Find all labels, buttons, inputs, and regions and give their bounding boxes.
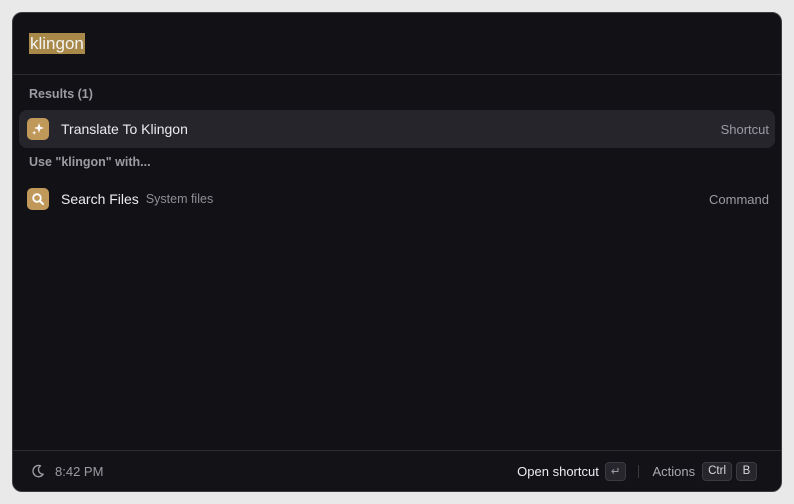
search-bar[interactable]: klingon	[13, 13, 781, 75]
ctrl-key: Ctrl	[702, 461, 732, 481]
item-type-label: Command	[709, 191, 769, 207]
search-input[interactable]: klingon	[29, 33, 85, 54]
item-title: Search Files	[61, 191, 139, 207]
list-item-search-files[interactable]: Search Files System files Command	[19, 180, 775, 218]
enter-key-icon: ↵	[604, 461, 627, 481]
footer-status: 8:42 PM	[31, 464, 103, 479]
item-type-label: Shortcut	[720, 121, 769, 137]
footer-divider	[638, 464, 640, 478]
results-section-title: Results (1)	[29, 87, 93, 101]
moon-icon	[31, 464, 45, 478]
fallback-section-title: Use "klingon" with...	[29, 155, 151, 169]
list-item-translate-to-klingon[interactable]: Translate To Klingon Shortcut	[19, 110, 775, 148]
footer-bar: 8:42 PM Open shortcut ↵ Actions Ctrl B	[13, 450, 781, 491]
item-subtitle: System files	[145, 192, 214, 206]
clock-time: 8:42 PM	[55, 463, 104, 479]
search-icon	[27, 188, 49, 210]
results-list: Results (1) Translate To Klingon Shortcu…	[13, 75, 781, 450]
b-key: B	[736, 461, 757, 481]
launcher-window: klingon Results (1) Translate To Klingon…	[12, 12, 782, 492]
sparkles-icon	[27, 118, 49, 140]
item-title: Translate To Klingon	[61, 121, 188, 137]
actions-button[interactable]: Actions	[652, 464, 695, 479]
open-shortcut-button[interactable]: Open shortcut	[517, 464, 599, 479]
